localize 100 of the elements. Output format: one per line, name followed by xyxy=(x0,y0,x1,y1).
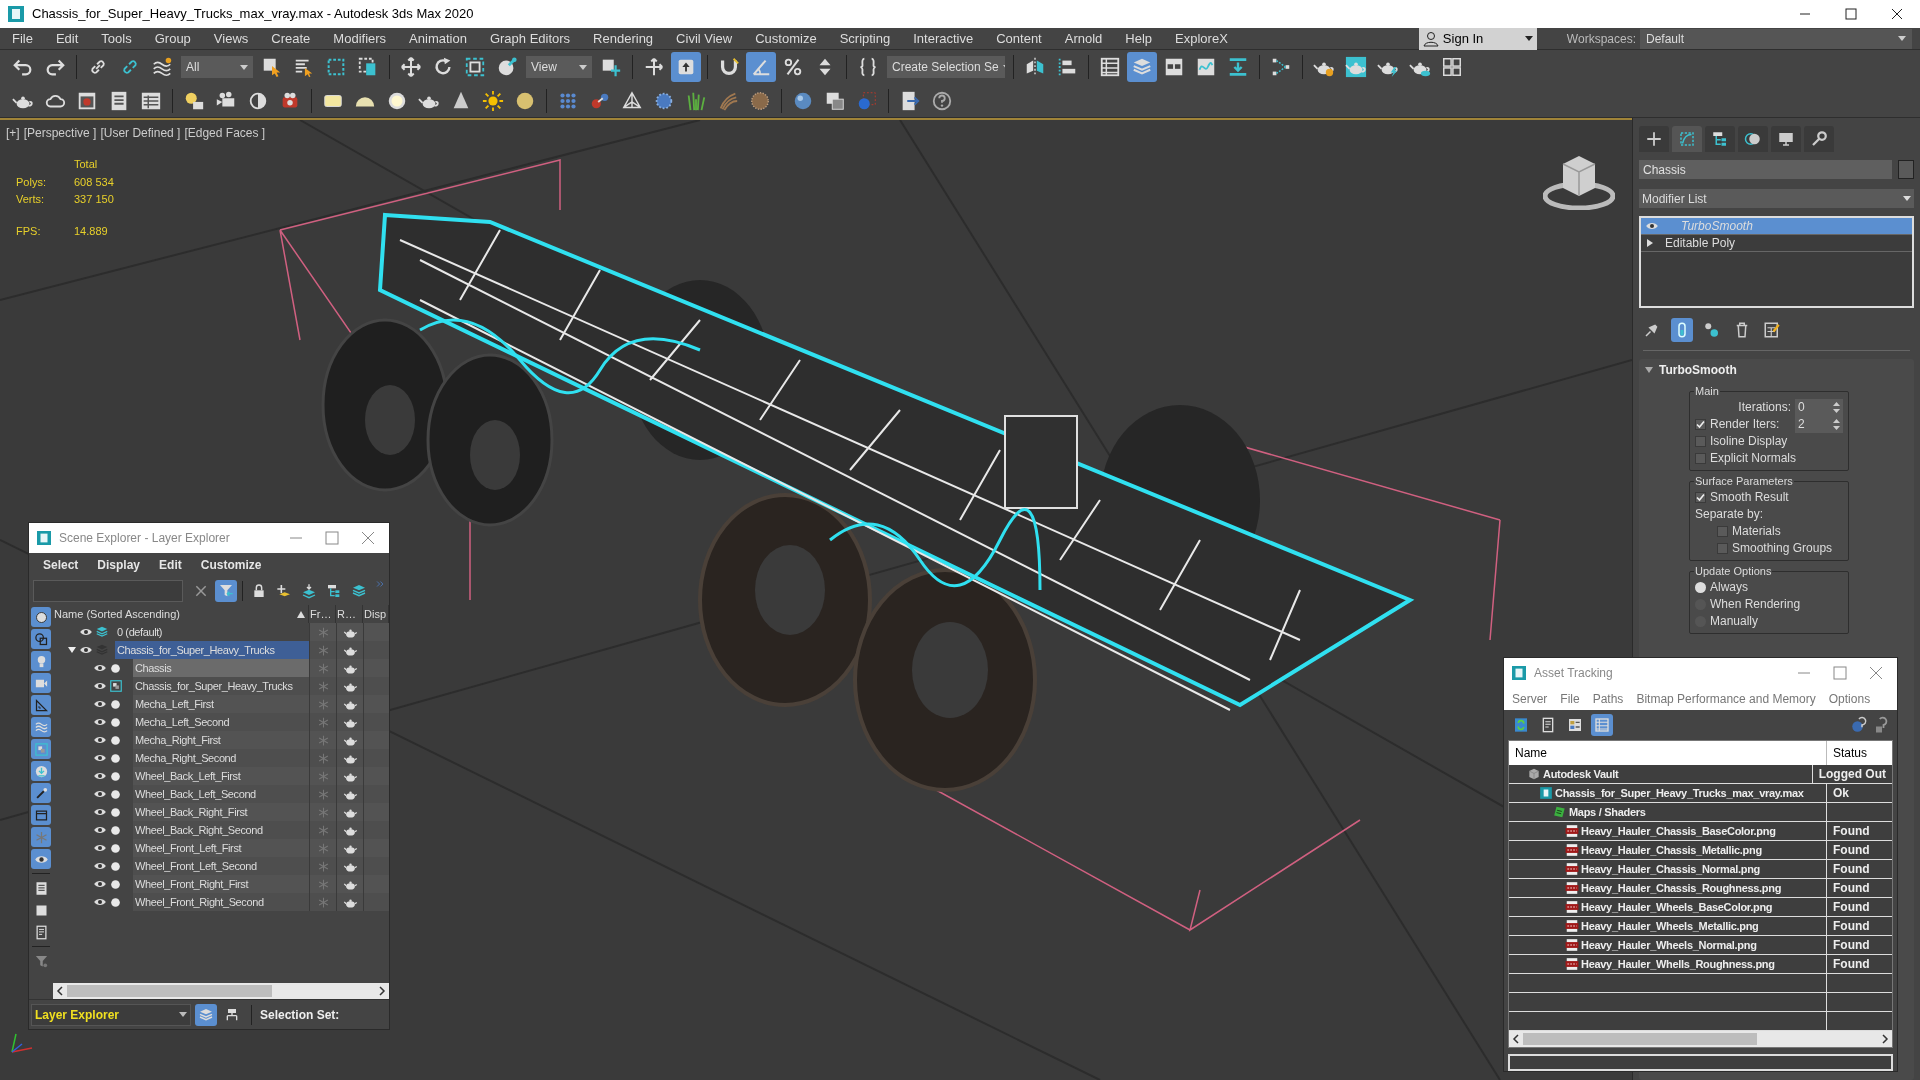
stack-item[interactable]: Editable Poly xyxy=(1641,235,1912,252)
asset-name[interactable]: Heavy_Hauler_Wheels_BaseColor.png xyxy=(1581,898,1773,916)
fps-label: FPS: xyxy=(16,223,42,239)
selection-set-label: Selection Set: xyxy=(260,1006,340,1024)
layer-explorer-row[interactable]: Wheel_Back_Left_Second xyxy=(133,785,309,803)
asset-status: Found xyxy=(1833,823,1870,840)
asset-name[interactable]: Heavy_Hauler_Chassis_Roughness.png xyxy=(1581,879,1782,897)
asset-status: Found xyxy=(1833,880,1870,897)
menu-item[interactable]: Paths xyxy=(1592,690,1624,708)
menu-item[interactable]: Tools xyxy=(101,28,132,49)
asset-name[interactable]: Heavy_Hauler_Whells_Roughness.png xyxy=(1581,955,1775,973)
asset-name[interactable]: Chassis_for_Super_Heavy_Trucks_max_vray.max xyxy=(1555,784,1804,802)
layer-explorer-row[interactable]: Mecha_Right_First xyxy=(133,731,309,749)
asset-name[interactable]: Heavy_Hauler_Wheels_Metallic.png xyxy=(1581,917,1759,935)
menu-item[interactable]: File xyxy=(1560,690,1580,708)
layer-explorer-row[interactable]: Wheel_Front_Left_Second xyxy=(133,857,309,875)
layer-explorer-row[interactable]: Wheel_Back_Right_First xyxy=(133,803,309,821)
layer-explorer-row[interactable]: Mecha_Left_First xyxy=(133,695,309,713)
asset-status: Found xyxy=(1833,937,1870,954)
layer-explorer-row[interactable]: Chassis_for_Super_Heavy_Trucks xyxy=(115,641,309,659)
menu-item[interactable]: ExploreX xyxy=(1175,28,1228,49)
layer-explorer-row[interactable]: Wheel_Front_Right_First xyxy=(133,875,309,893)
asset-name[interactable]: Autodesk Vault xyxy=(1543,765,1619,783)
viewport-label[interactable]: [Edged Faces ] xyxy=(184,124,266,142)
fps-value: 14.889 xyxy=(74,223,109,239)
menu-item[interactable]: Display xyxy=(97,556,141,574)
group-label: Separate by: xyxy=(1695,506,1764,523)
asset-name[interactable]: Heavy_Hauler_Chassis_Metallic.png xyxy=(1581,841,1762,859)
layer-explorer-row[interactable]: Wheel_Front_Left_First xyxy=(133,839,309,857)
menu-item[interactable]: Civil View xyxy=(676,28,733,49)
menu-item[interactable]: Bitmap Performance and Memory xyxy=(1636,690,1816,708)
dropdown[interactable]: View xyxy=(526,56,592,78)
menu-item[interactable]: Views xyxy=(213,28,249,49)
explorer-dropdown[interactable]: Layer Explorer xyxy=(31,1003,191,1026)
menu-item[interactable]: Interactive xyxy=(913,28,974,49)
checkbox-label: Materials xyxy=(1732,523,1781,540)
window-title: Chassis_for_Super_Heavy_Trucks_max_vray.max - Autodesk 3ds Max 2020 xyxy=(32,5,474,24)
workspaces-label: Workspaces: xyxy=(1566,30,1636,48)
checkbox-label: Smooth Result xyxy=(1710,489,1789,506)
window-title: Asset Tracking xyxy=(1534,665,1614,682)
dropdown[interactable]: Create Selection Se xyxy=(887,56,1005,78)
spinner-label: Iterations: xyxy=(1738,399,1791,416)
menu-item[interactable]: Modifiers xyxy=(333,28,387,49)
menu-item[interactable]: Graph Editors xyxy=(489,28,571,49)
checkbox-label: Render Iters: xyxy=(1710,416,1780,433)
dropdown[interactable]: All xyxy=(181,56,253,78)
menu-item[interactable]: Edit xyxy=(159,556,182,574)
menu-item[interactable]: Create xyxy=(271,28,311,49)
layer-explorer-row[interactable]: Mecha_Right_Second xyxy=(133,749,309,767)
spinner-field[interactable]: 0 xyxy=(1795,398,1843,416)
viewport-label[interactable]: [+] xyxy=(6,124,20,142)
asset-name[interactable]: Maps / Shaders xyxy=(1569,803,1646,821)
stats-label: Verts: xyxy=(16,192,46,207)
radio-label: When Rendering xyxy=(1710,596,1801,613)
radio-label: Always xyxy=(1710,579,1748,596)
asset-name[interactable]: Heavy_Hauler_Wheels_Normal.png xyxy=(1581,936,1757,954)
asset-status: Found xyxy=(1833,842,1870,859)
workspaces-dropdown[interactable]: Default xyxy=(1640,28,1912,49)
asset-status: Logged Out xyxy=(1818,766,1886,783)
asset-status: Found xyxy=(1833,861,1870,878)
menu-item[interactable]: Group xyxy=(154,28,191,49)
checkbox-label: Isoline Display xyxy=(1710,433,1788,450)
menu-item[interactable]: Options xyxy=(1828,690,1871,708)
menu-item[interactable]: Animation xyxy=(409,28,467,49)
layer-explorer-row[interactable]: Chassis xyxy=(133,659,309,677)
layer-explorer-row[interactable]: Wheel_Front_Right_Second xyxy=(133,893,309,911)
menu-item[interactable]: Customize xyxy=(755,28,817,49)
menu-item[interactable]: Customize xyxy=(200,556,262,574)
object-name-field[interactable]: Chassis xyxy=(1639,160,1892,179)
asset-status: Found xyxy=(1833,918,1870,935)
menu-item[interactable]: File xyxy=(12,28,33,49)
column-header[interactable]: Status xyxy=(1827,741,1892,765)
menu-item[interactable]: Arnold xyxy=(1064,28,1103,49)
layer-explorer-row[interactable]: Wheel_Back_Right_Second xyxy=(133,821,309,839)
sign-in-dropdown[interactable]: Sign In xyxy=(1418,27,1537,50)
menu-item[interactable]: Help xyxy=(1125,28,1153,49)
menu-item[interactable]: Edit xyxy=(55,28,79,49)
layer-explorer-row[interactable]: Wheel_Back_Left_First xyxy=(133,767,309,785)
stats-label: Polys: xyxy=(16,174,47,190)
stats-header: Total xyxy=(74,157,99,172)
layer-explorer-row[interactable]: Mecha_Left_Second xyxy=(133,713,309,731)
stats-value: 337 150 xyxy=(74,192,114,207)
asset-status: Found xyxy=(1833,956,1870,973)
rollout-title[interactable]: TurboSmooth xyxy=(1659,361,1737,379)
asset-status: Found xyxy=(1833,899,1870,916)
menu-item[interactable]: Rendering xyxy=(593,28,654,49)
stats-value: 608 534 xyxy=(74,174,114,190)
menu-item[interactable]: Content xyxy=(996,28,1042,49)
asset-status: Ok xyxy=(1833,785,1849,802)
checkbox-label: Smoothing Groups xyxy=(1732,540,1833,557)
asset-name[interactable]: Heavy_Hauler_Chassis_Normal.png xyxy=(1581,860,1760,878)
menu-item[interactable]: Server xyxy=(1512,690,1548,708)
menu-item[interactable]: Select xyxy=(43,556,79,574)
layer-explorer-row[interactable]: Chassis_for_Super_Heavy_Trucks xyxy=(133,677,309,695)
modifier-list-dropdown[interactable]: Modifier List xyxy=(1639,189,1914,208)
viewport-label[interactable]: [Perspective ] xyxy=(23,124,97,142)
radio-label: Manually xyxy=(1710,613,1759,630)
viewport-label[interactable]: [User Defined ] xyxy=(100,124,181,142)
menu-item[interactable]: Scripting xyxy=(839,28,891,49)
asset-name[interactable]: Heavy_Hauler_Chassis_BaseColor.png xyxy=(1581,822,1776,840)
